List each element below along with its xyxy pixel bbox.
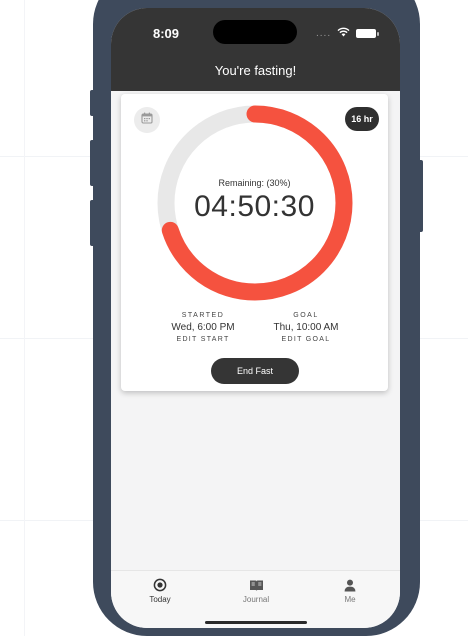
fasting-card: 16 hr Remaining: (30%) 04:50:30 STARTED …	[121, 94, 388, 391]
book-icon	[249, 577, 264, 593]
calendar-icon	[141, 111, 153, 129]
battery-icon	[356, 28, 380, 38]
phone-side-button	[418, 160, 423, 232]
nav-item-today[interactable]: Today	[130, 577, 190, 604]
nav-label-journal: Journal	[242, 595, 270, 604]
remaining-label: Remaining: (30%)	[218, 178, 291, 188]
target-icon	[153, 577, 167, 593]
phone-side-button	[90, 140, 95, 186]
goal-value: Thu, 10:00 AM	[273, 322, 339, 333]
page: 8:09 .... You're fasting! 16 hr Remainin…	[0, 0, 468, 636]
nav-item-me[interactable]: Me	[320, 577, 380, 604]
bottom-nav: Today Journal Me	[111, 570, 400, 628]
end-fast-button[interactable]: End Fast	[211, 358, 299, 384]
goal-label: GOAL	[293, 312, 319, 319]
home-indicator	[205, 621, 307, 624]
started-label: STARTED	[181, 312, 225, 319]
background-line	[24, 0, 25, 636]
status-time: 8:09	[153, 26, 180, 41]
dynamic-island	[213, 20, 297, 44]
started-section: STARTED Wed, 6:00 PM EDIT START	[148, 312, 258, 343]
nav-label-today: Today	[149, 595, 171, 604]
nav-item-journal[interactable]: Journal	[226, 577, 286, 604]
page-title: You're fasting!	[214, 63, 297, 78]
person-icon	[344, 577, 356, 593]
phone-side-button	[90, 90, 95, 116]
started-value: Wed, 6:00 PM	[171, 322, 235, 333]
countdown-timer: 04:50:30	[194, 190, 315, 223]
signal-icon: ....	[316, 27, 332, 39]
edit-start-link[interactable]: EDIT START	[148, 336, 258, 343]
goal-section: GOAL Thu, 10:00 AM EDIT GOAL	[251, 312, 361, 343]
app-header: 8:09 .... You're fasting!	[111, 8, 400, 91]
status-icons: ....	[316, 24, 380, 42]
phone-screen: 8:09 .... You're fasting! 16 hr Remainin…	[111, 8, 400, 628]
phone-side-button	[90, 200, 95, 246]
edit-goal-link[interactable]: EDIT GOAL	[251, 336, 361, 343]
wifi-icon	[337, 24, 350, 42]
nav-label-me: Me	[344, 595, 356, 604]
